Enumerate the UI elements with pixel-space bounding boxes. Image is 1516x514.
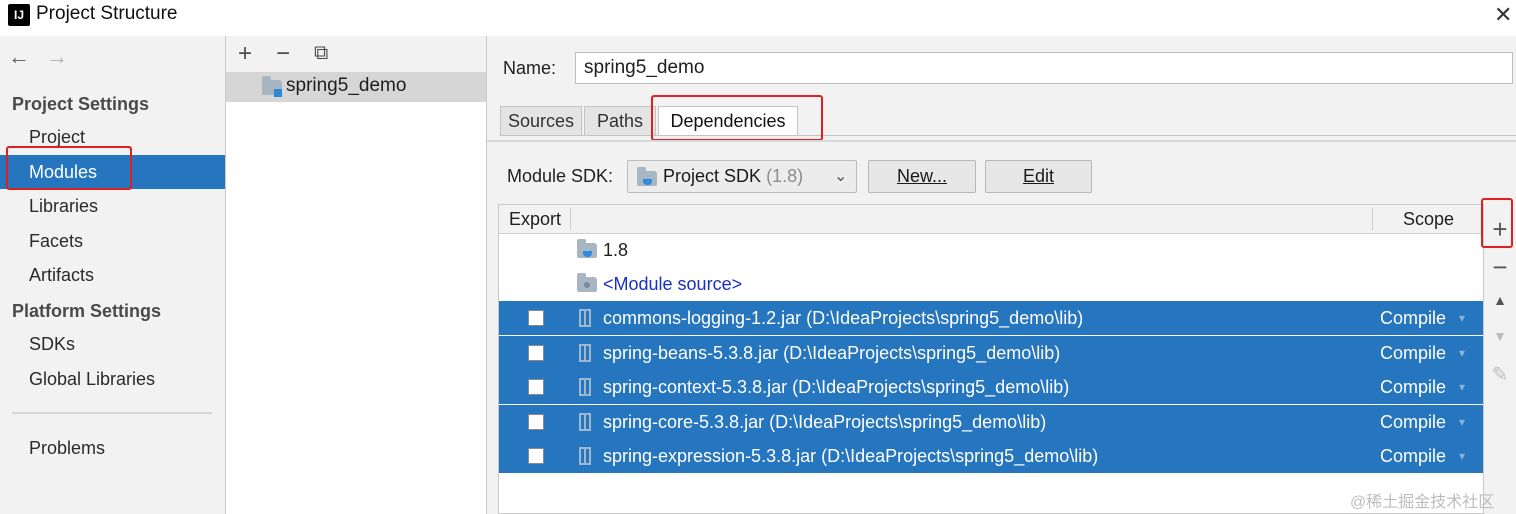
module-source-folder-icon (577, 273, 597, 292)
dropdown-arrow-icon[interactable]: ▾ (1459, 336, 1465, 370)
close-icon[interactable]: ✕ (1494, 2, 1512, 28)
dependencies-highlight-box (651, 95, 823, 141)
copy-icon[interactable]: ⧉ (314, 42, 328, 65)
jar-icon (579, 378, 591, 396)
module-list-item[interactable]: spring5_demo (226, 72, 486, 102)
module-sdk-select[interactable]: Project SDK (1.8) ⌄ (627, 160, 857, 193)
dependencies-toolbar: + − ▲ ▼ ✎ (1481, 198, 1516, 514)
scope-value[interactable]: Compile (1380, 439, 1446, 473)
export-checkbox[interactable] (528, 414, 544, 430)
sidebar-item-problems[interactable]: Problems (0, 431, 225, 465)
forward-arrow-icon[interactable]: → (46, 44, 68, 70)
jar-icon (579, 344, 591, 362)
table-row[interactable]: spring-context-5.3.8.jar (D:\IdeaProject… (499, 370, 1483, 404)
edit-dependency-icon[interactable]: ✎ (1484, 362, 1516, 387)
table-row[interactable]: spring-beans-5.3.8.jar (D:\IdeaProjects\… (499, 336, 1483, 370)
dependency-name: spring-expression-5.3.8.jar (D:\IdeaProj… (603, 446, 1099, 466)
move-down-icon[interactable]: ▼ (1484, 328, 1516, 344)
project-settings-header: Project Settings (12, 94, 150, 114)
dropdown-arrow-icon[interactable]: ▾ (1459, 301, 1465, 335)
module-folder-icon (262, 76, 282, 97)
sdk-name: Project SDK (663, 166, 762, 186)
jdk-folder-icon (637, 167, 657, 186)
jdk-folder-icon (577, 239, 597, 258)
table-row[interactable]: spring-core-5.3.8.jar (D:\IdeaProjects\s… (499, 405, 1483, 439)
sidebar-item-label: Libraries (29, 196, 99, 216)
jar-icon (579, 413, 591, 431)
jdk-entry: 1.8 (603, 240, 629, 260)
module-sdk-label: Module SDK: (507, 166, 614, 186)
dependency-name: spring-core-5.3.8.jar (D:\IdeaProjects\s… (603, 412, 1047, 432)
sidebar-item-label: Artifacts (29, 265, 95, 285)
sidebar-item-facets[interactable]: Facets (0, 224, 225, 258)
settings-sidebar: ← → Project Settings Project Modules Lib… (0, 36, 226, 514)
remove-dependency-icon[interactable]: − (1484, 252, 1516, 283)
dropdown-arrow-icon[interactable]: ▾ (1459, 439, 1465, 473)
jar-icon (579, 309, 591, 327)
scope-value[interactable]: Compile (1380, 301, 1446, 335)
dependency-name: commons-logging-1.2.jar (D:\IdeaProjects… (603, 308, 1084, 328)
window-title: Project Structure (36, 3, 178, 24)
sidebar-item-sdks[interactable]: SDKs (0, 327, 225, 361)
module-toolbar: + − ⧉ (226, 36, 486, 72)
table-header: Export Scope (499, 205, 1483, 234)
table-row[interactable]: spring-expression-5.3.8.jar (D:\IdeaProj… (499, 439, 1483, 473)
edit-sdk-button[interactable]: Edit (985, 160, 1092, 193)
new-sdk-button[interactable]: New... (868, 160, 976, 193)
jar-icon (579, 447, 591, 465)
sidebar-item-libraries[interactable]: Libraries (0, 189, 225, 223)
module-list-panel: + − ⧉ spring5_demo (226, 36, 487, 514)
platform-settings-header: Platform Settings (12, 301, 162, 321)
dropdown-arrow-icon[interactable]: ▾ (1459, 370, 1465, 404)
add-icon[interactable]: + (238, 40, 252, 68)
watermark: @稀土掘金技术社区 (1350, 494, 1495, 511)
sidebar-item-label: Global Libraries (29, 369, 156, 389)
sidebar-item-label: SDKs (29, 334, 76, 354)
sidebar-item-artifacts[interactable]: Artifacts (0, 258, 225, 292)
module-name: spring5_demo (286, 75, 407, 96)
remove-icon[interactable]: − (276, 40, 290, 68)
dependency-name: spring-context-5.3.8.jar (D:\IdeaProject… (603, 377, 1070, 397)
module-detail-panel: Name: Sources Paths Dependencies Module … (487, 36, 1516, 514)
column-divider (570, 208, 571, 230)
title-bar: IJ Project Structure ✕ (0, 0, 1516, 34)
modules-highlight-box (6, 146, 132, 190)
chevron-down-icon: ⌄ (834, 168, 848, 185)
scope-column-header[interactable]: Scope (1403, 205, 1454, 233)
scope-value[interactable]: Compile (1380, 405, 1446, 439)
sidebar-item-label: Project (29, 127, 86, 147)
dependencies-table: Export Scope 1.8 <Module source> commons… (498, 204, 1484, 514)
sidebar-item-label: Problems (29, 438, 106, 458)
back-arrow-icon[interactable]: ← (8, 44, 30, 70)
move-up-icon[interactable]: ▲ (1484, 292, 1516, 308)
sdk-select-value: Project SDK (1.8) (663, 161, 803, 192)
column-divider (1372, 208, 1373, 230)
module-name-field[interactable] (575, 52, 1513, 84)
table-row[interactable]: <Module source> (499, 267, 1483, 301)
export-checkbox[interactable] (528, 448, 544, 464)
dropdown-arrow-icon[interactable]: ▾ (1459, 405, 1465, 439)
tab-paths[interactable]: Paths (584, 106, 656, 136)
pane-divider (487, 140, 1516, 142)
scope-value[interactable]: Compile (1380, 336, 1446, 370)
add-highlight-box (1481, 198, 1513, 248)
table-row[interactable]: 1.8 (499, 233, 1483, 267)
export-column-header[interactable]: Export (509, 205, 561, 233)
sidebar-item-global-libraries[interactable]: Global Libraries (0, 362, 225, 396)
sdk-version: (1.8) (766, 166, 804, 186)
sidebar-item-label: Facets (29, 231, 84, 251)
scope-value[interactable]: Compile (1380, 370, 1446, 404)
table-row[interactable]: commons-logging-1.2.jar (D:\IdeaProjects… (499, 301, 1483, 335)
tab-sources[interactable]: Sources (500, 106, 582, 136)
export-checkbox[interactable] (528, 310, 544, 326)
export-checkbox[interactable] (528, 379, 544, 395)
intellij-logo-icon: IJ (5, 1, 33, 29)
export-checkbox[interactable] (528, 345, 544, 361)
sidebar-divider (12, 412, 212, 414)
dependency-name: spring-beans-5.3.8.jar (D:\IdeaProjects\… (603, 343, 1061, 363)
module-source-entry: <Module source> (603, 274, 743, 294)
name-label: Name: (503, 58, 557, 78)
